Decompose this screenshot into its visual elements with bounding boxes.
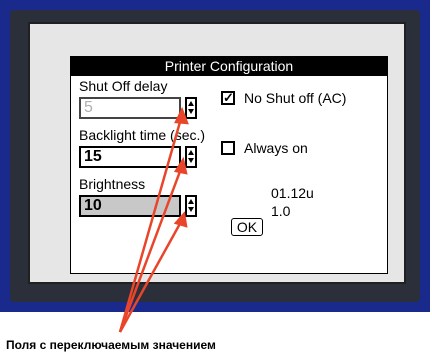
annotation-caption: Поля с переключаемым значением [6,338,216,352]
arrow-to-brightness-spinner [118,219,184,333]
arrow-to-shut-off-spinner [118,114,184,333]
arrowhead-icon [174,106,189,125]
annotation-arrows [118,106,189,333]
arrowhead-icon [173,156,188,175]
arrowhead-icon [173,211,188,228]
arrow-to-backlight-spinner [118,165,184,333]
